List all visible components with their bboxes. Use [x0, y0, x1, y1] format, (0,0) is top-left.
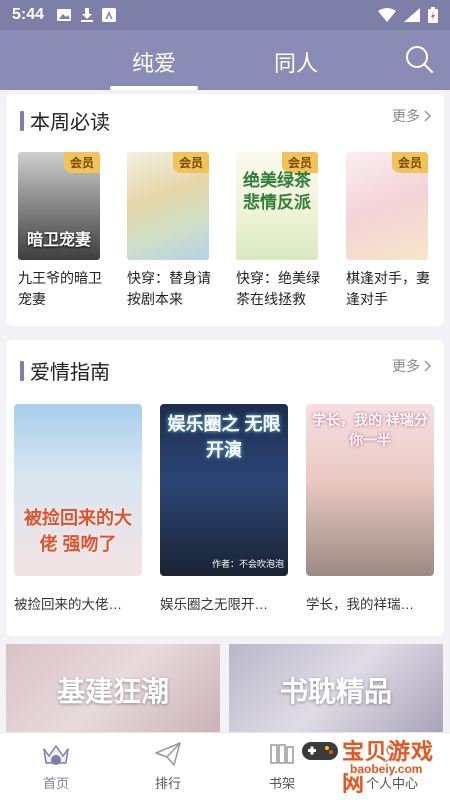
more-link[interactable]: 更多	[392, 106, 432, 126]
banner-label: 书耽精品	[279, 676, 392, 707]
site-watermark: 宝贝游戏网 baobeiy.com	[298, 732, 448, 796]
book-card[interactable]: 会员 绝美绿茶 悲情反派 快穿：绝美绿茶在线拯救	[236, 152, 326, 310]
promo-banner[interactable]: 基建狂潮	[6, 644, 220, 732]
status-time: 5:44	[12, 6, 45, 23]
crown-icon	[43, 745, 69, 765]
nav-item-ranking[interactable]: 排行	[128, 739, 208, 792]
vip-badge: 会员	[391, 152, 428, 173]
nav-label: 首页	[42, 776, 69, 791]
cover-title: 娱乐圈之 无限开演	[167, 414, 281, 460]
book-card[interactable]: 会员 快穿：替身请按剧本来	[127, 152, 217, 310]
cover-title: 绝美绿茶 悲情反派	[243, 171, 311, 212]
cover-title: 被捡回来的大佬 强吻了	[24, 508, 132, 554]
book-cover: 被捡回来的大佬 强吻了	[14, 404, 142, 576]
gamepad-icon	[302, 742, 338, 760]
vip-badge: 会员	[172, 152, 209, 173]
wifi-icon	[378, 8, 396, 22]
book-card[interactable]: 会员 暗卫宠妻 九王爷的暗卫宠妻	[18, 152, 108, 310]
nav-item-home[interactable]: 首页	[16, 739, 96, 792]
chevron-right-icon	[424, 110, 432, 122]
more-label: 更多	[392, 358, 420, 374]
image-notification-icon	[57, 9, 72, 21]
section-title: 爱情指南	[20, 356, 110, 385]
cover-author: 作者：不会吹泡泡	[211, 559, 284, 569]
tab-chunai[interactable]: 纯爱	[109, 46, 199, 90]
book-card[interactable]: 会员 棋逢对手，妻逢对手	[346, 152, 436, 310]
book-title: 快穿：绝美绿茶在线拯救	[236, 270, 320, 307]
book-card[interactable]: 被捡回来的大佬 强吻了 被捡回来的大佬…	[14, 404, 142, 615]
battery-icon	[428, 7, 438, 23]
search-icon[interactable]	[404, 44, 434, 74]
weekly-picks-section: 本周必读 更多 会员 暗卫宠妻 九王爷的暗卫宠妻 会员 快穿：替身请按剧本来 会…	[6, 94, 444, 326]
more-link[interactable]: 更多	[392, 356, 432, 376]
book-title: 学长，我的祥瑞…	[306, 597, 414, 612]
book-title: 被捡回来的大佬…	[14, 597, 122, 612]
cover-title: 学长，我的 祥瑞分你一半	[312, 412, 428, 448]
watermark-url: baobeiy.com	[348, 762, 425, 776]
bookshelf-icon	[270, 744, 294, 764]
book-title: 娱乐圈之无限开…	[160, 597, 268, 612]
book-cover: 会员	[346, 152, 428, 260]
status-bar: 5:44	[0, 0, 450, 30]
top-header: 纯爱 同人	[0, 30, 450, 90]
tab-tongren[interactable]: 同人	[274, 46, 318, 78]
banner-label: 基建狂潮	[56, 676, 169, 707]
book-cover: 会员 暗卫宠妻	[18, 152, 100, 260]
download-icon	[81, 8, 94, 22]
love-guide-section: 爱情指南 更多 被捡回来的大佬 强吻了 被捡回来的大佬… 娱乐圈之 无限开演 作…	[6, 340, 444, 636]
paper-plane-icon	[155, 742, 181, 766]
book-cover: 娱乐圈之 无限开演 作者：不会吹泡泡	[160, 404, 288, 576]
chevron-right-icon	[424, 360, 432, 372]
more-label: 更多	[392, 108, 420, 124]
nav-label: 排行	[154, 776, 181, 791]
cover-title: 暗卫宠妻	[26, 232, 91, 249]
book-cover: 学长，我的 祥瑞分你一半	[306, 404, 434, 576]
section-title: 本周必读	[20, 106, 110, 135]
book-title: 棋逢对手，妻逢对手	[346, 270, 430, 307]
book-title: 快穿：替身请按剧本来	[127, 270, 211, 307]
vip-badge: 会员	[63, 152, 100, 173]
book-card[interactable]: 学长，我的 祥瑞分你一半 学长，我的祥瑞…	[306, 404, 434, 615]
book-title: 九王爷的暗卫宠妻	[18, 270, 102, 307]
promo-banner[interactable]: 书耽精品	[229, 644, 443, 732]
book-card[interactable]: 娱乐圈之 无限开演 作者：不会吹泡泡 娱乐圈之无限开…	[160, 404, 288, 615]
book-cover: 会员	[127, 152, 209, 260]
app-notification-icon	[102, 8, 117, 22]
signal-icon	[404, 8, 420, 22]
book-cover: 会员 绝美绿茶 悲情反派	[236, 152, 318, 260]
